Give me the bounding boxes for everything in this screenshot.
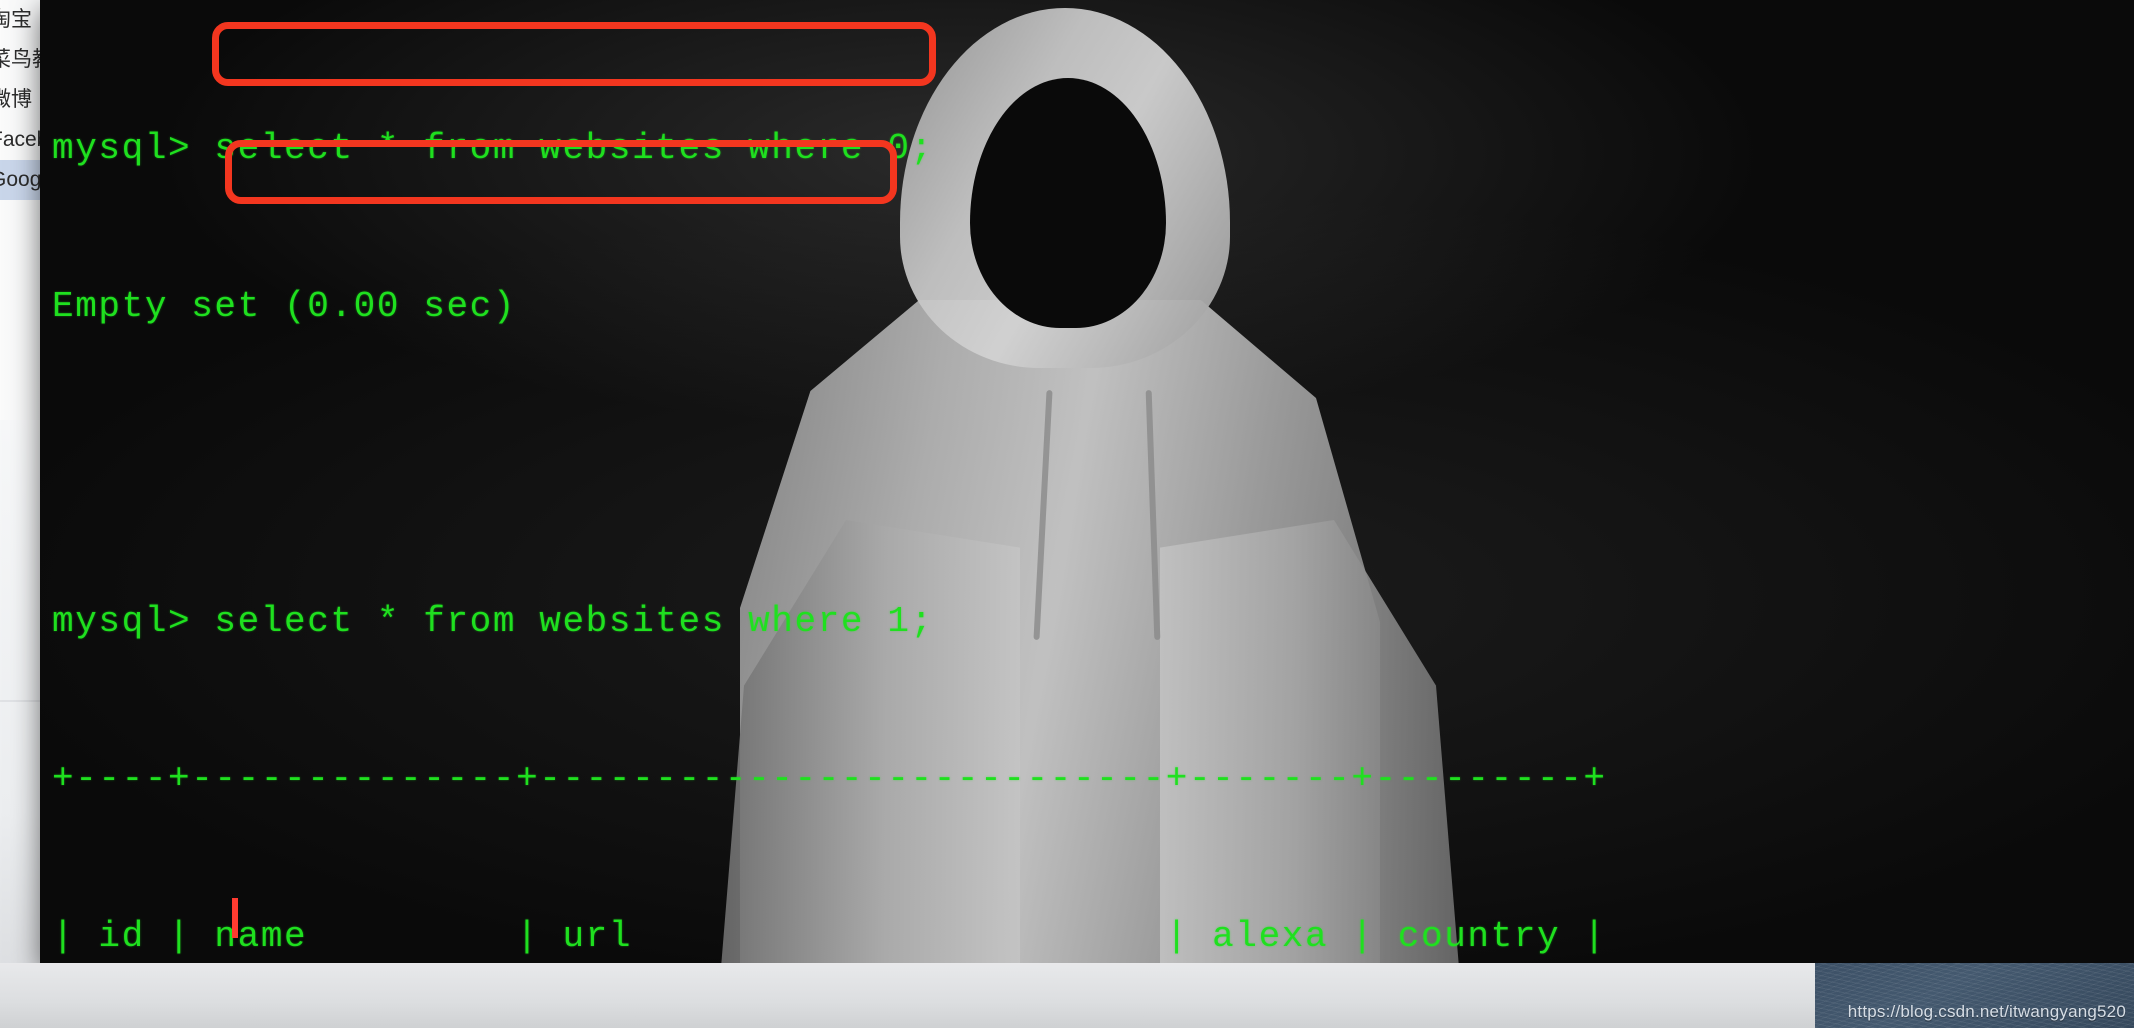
terminal-output[interactable]: mysql> select * from websites where 0; E… xyxy=(52,18,1607,963)
terminal-line-5: | id | name | url | alexa | country | xyxy=(52,915,1607,957)
terminal-line-4: +----+--------------+-------------------… xyxy=(52,758,1607,799)
watermark-tile: https://blog.csdn.net/itwangyang520 xyxy=(1815,963,2134,1028)
terminal-line-1: Empty set (0.00 sec) xyxy=(52,285,517,327)
terminal-cursor xyxy=(232,898,238,938)
screen: 淘宝 菜鸟教程 微博 Facebook Google mysql> select… xyxy=(0,0,2134,1028)
watermark-url: https://blog.csdn.net/itwangyang520 xyxy=(1847,1002,2126,1021)
sidebar-item-label: 微博 xyxy=(0,88,32,111)
terminal-line-2 xyxy=(52,438,1607,491)
terminal-line-0: mysql> select * from websites where 0; xyxy=(52,128,934,169)
terminal-line-3: mysql> select * from websites where 1; xyxy=(52,600,934,642)
desktop-bottom-strip xyxy=(0,963,2134,1028)
sidebar-item-label: 淘宝 xyxy=(0,8,32,31)
terminal-window[interactable]: mysql> select * from websites where 0; E… xyxy=(40,0,2134,963)
